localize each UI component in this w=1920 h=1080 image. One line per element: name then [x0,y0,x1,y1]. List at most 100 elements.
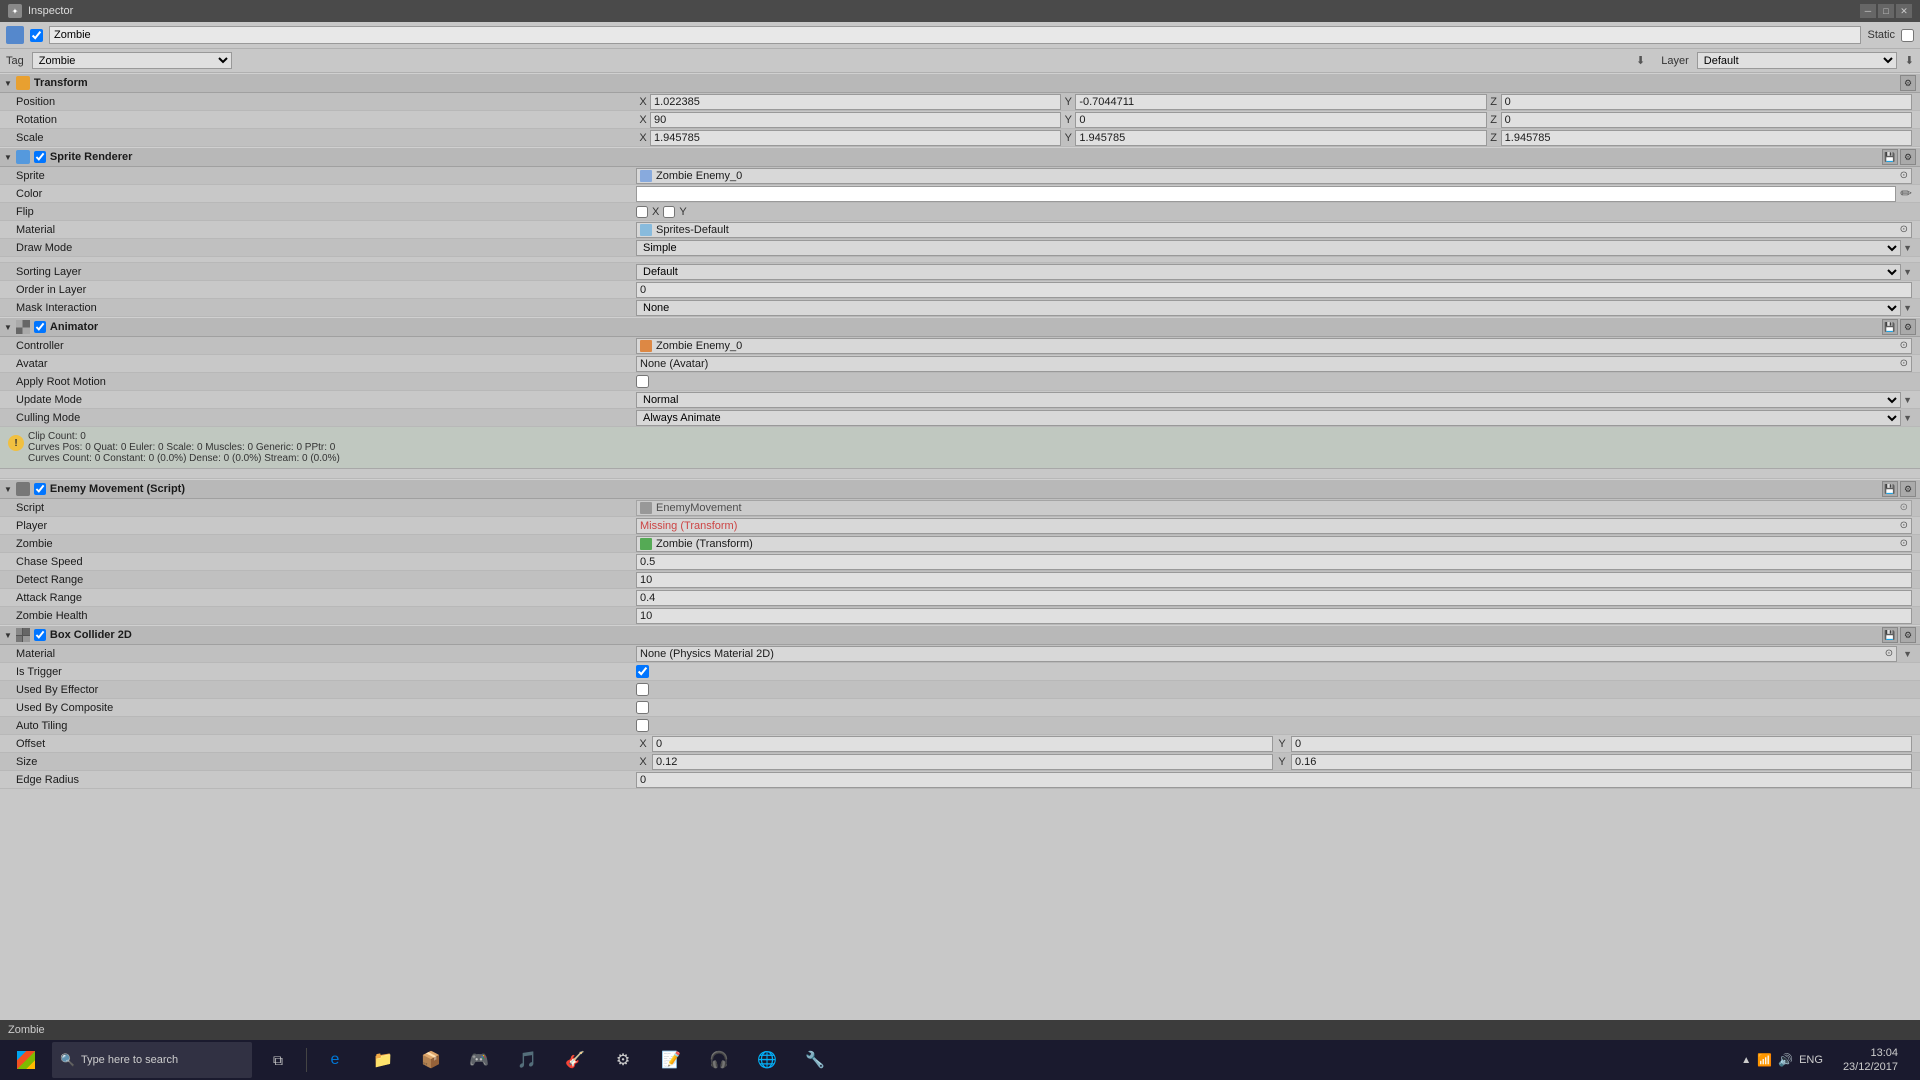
app3-button[interactable]: 🎵 [505,1042,549,1078]
player-circle[interactable]: ⊙ [1900,520,1908,531]
scale-y-input[interactable] [1075,130,1486,146]
maximize-button[interactable]: □ [1878,4,1894,18]
bc-material-ref-text: None (Physics Material 2D) [640,648,774,660]
object-name-input[interactable] [49,26,1861,44]
tray-arrow[interactable]: ▲ [1741,1055,1751,1066]
script-ref-text: EnemyMovement [656,502,742,514]
app4-button[interactable]: 🎸 [553,1042,597,1078]
animator-section-header[interactable]: ▼ Animator 💾 ⚙ [0,317,1920,337]
box-collider-section-header[interactable]: ▼ Box Collider 2D 💾 ⚙ [0,625,1920,645]
flip-y-checkbox[interactable] [663,206,675,218]
start-button[interactable] [4,1042,48,1078]
color-value: ✏ [636,185,1912,202]
pos-z-input[interactable] [1501,94,1912,110]
sprite-ref-circle[interactable]: ⊙ [1900,170,1908,181]
enemy-movement-save-btn[interactable]: 💾 [1882,481,1898,497]
color-swatch[interactable] [636,186,1896,202]
sprite-renderer-section-header[interactable]: ▼ Sprite Renderer 💾 ⚙ [0,147,1920,167]
order-in-layer-input[interactable] [636,282,1912,298]
detect-range-input[interactable] [636,572,1912,588]
bc-material-ref[interactable]: None (Physics Material 2D) ⊙ [636,646,1897,662]
search-button[interactable]: 🔍 Type here to search [52,1042,252,1078]
mask-interaction-dropdown[interactable]: None [636,300,1901,316]
player-row: Player Missing (Transform) ⊙ [0,517,1920,535]
avatar-circle[interactable]: ⊙ [1900,358,1908,369]
animator-save-btn[interactable]: 💾 [1882,319,1898,335]
sprite-ref[interactable]: Zombie Enemy_0 ⊙ [636,168,1912,184]
offset-y-input[interactable] [1291,736,1912,752]
box-collider-enabled-checkbox[interactable] [34,629,46,641]
app7-button[interactable]: 🎧 [697,1042,741,1078]
enemy-movement-settings-btn[interactable]: ⚙ [1900,481,1916,497]
pos-y-input[interactable] [1075,94,1486,110]
is-trigger-checkbox[interactable] [636,665,649,678]
app6-button[interactable]: 📝 [649,1042,693,1078]
files-button[interactable]: 📁 [361,1042,405,1078]
minimize-button[interactable]: ─ [1860,4,1876,18]
layer-icon: ⬇ [1905,54,1914,67]
apply-root-motion-checkbox[interactable] [636,375,649,388]
box-collider-save-btn[interactable]: 💾 [1882,627,1898,643]
inspector-content[interactable]: ▼ Transform ⚙ Position X Y Z Rotation X [0,73,1920,1020]
player-ref[interactable]: Missing (Transform) ⊙ [636,518,1912,534]
app5-button[interactable]: ⚙ [601,1042,645,1078]
zombie-health-input[interactable] [636,608,1912,624]
bc-material-circle[interactable]: ⊙ [1885,648,1893,659]
attack-range-input[interactable] [636,590,1912,606]
close-button[interactable]: ✕ [1896,4,1912,18]
search-placeholder: Type here to search [81,1054,178,1066]
animator-enabled-checkbox[interactable] [34,321,46,333]
static-checkbox[interactable] [1901,29,1914,42]
size-x-input[interactable] [652,754,1273,770]
rot-z-input[interactable] [1501,112,1912,128]
transform-section-header[interactable]: ▼ Transform ⚙ [0,73,1920,93]
app9-button[interactable]: 🔧 [793,1042,837,1078]
used-by-composite-checkbox[interactable] [636,701,649,714]
animator-settings-btn[interactable]: ⚙ [1900,319,1916,335]
chase-speed-input[interactable] [636,554,1912,570]
color-picker-button[interactable]: ✏ [1900,185,1912,202]
rot-y-input[interactable] [1075,112,1486,128]
pos-x-input[interactable] [650,94,1061,110]
transform-edit-btn[interactable]: ⚙ [1900,75,1916,91]
show-desktop-button[interactable] [1910,1042,1916,1078]
zombie-ref[interactable]: Zombie (Transform) ⊙ [636,536,1912,552]
tag-dropdown[interactable]: Zombie [32,52,232,69]
avatar-value: None (Avatar) ⊙ [636,356,1912,372]
sprite-renderer-settings-btn[interactable]: ⚙ [1900,149,1916,165]
layer-dropdown[interactable]: Default [1697,52,1897,69]
edge-button[interactable]: e [313,1042,357,1078]
controller-circle[interactable]: ⊙ [1900,340,1908,351]
rot-x-input[interactable] [650,112,1061,128]
zombie-circle[interactable]: ⊙ [1900,538,1908,549]
auto-tiling-checkbox[interactable] [636,719,649,732]
update-mode-dropdown[interactable]: Normal [636,392,1901,408]
edge-radius-input[interactable] [636,772,1912,788]
app2-button[interactable]: 🎮 [457,1042,501,1078]
flip-x-checkbox[interactable] [636,206,648,218]
scale-x-input[interactable] [650,130,1061,146]
culling-mode-dropdown[interactable]: Always Animate [636,410,1901,426]
sorting-layer-dropdown[interactable]: Default [636,264,1901,280]
material-ref-circle[interactable]: ⊙ [1900,224,1908,235]
enemy-movement-section-header[interactable]: ▼ Enemy Movement (Script) 💾 ⚙ [0,479,1920,499]
used-by-effector-checkbox[interactable] [636,683,649,696]
script-ref[interactable]: EnemyMovement ⊙ [636,500,1912,516]
app8-button[interactable]: 🌐 [745,1042,789,1078]
scale-z-input[interactable] [1501,130,1912,146]
clock[interactable]: 13:04 23/12/2017 [1835,1046,1906,1075]
sprite-renderer-save-btn[interactable]: 💾 [1882,149,1898,165]
offset-x-input[interactable] [652,736,1273,752]
object-active-checkbox[interactable] [30,29,43,42]
sprite-renderer-enabled-checkbox[interactable] [34,151,46,163]
size-y-input[interactable] [1291,754,1912,770]
material-ref[interactable]: Sprites-Default ⊙ [636,222,1912,238]
app1-button[interactable]: 📦 [409,1042,453,1078]
draw-mode-dropdown[interactable]: Simple [636,240,1901,256]
enemy-movement-enabled-checkbox[interactable] [34,483,46,495]
script-circle[interactable]: ⊙ [1900,502,1908,513]
avatar-ref[interactable]: None (Avatar) ⊙ [636,356,1912,372]
controller-ref[interactable]: Zombie Enemy_0 ⊙ [636,338,1912,354]
task-view-button[interactable]: ⧉ [256,1042,300,1078]
box-collider-settings-btn[interactable]: ⚙ [1900,627,1916,643]
